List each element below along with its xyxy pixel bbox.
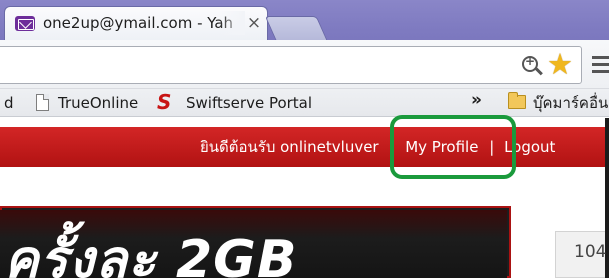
mail-icon xyxy=(15,16,35,31)
bookmark-item[interactable]: d xyxy=(4,93,14,113)
address-bar[interactable] xyxy=(0,46,582,84)
user-nav-bar: ยินดีต้อนรับ onlinetvluver | My Profile … xyxy=(0,115,605,179)
browser-tab[interactable]: one2up@ymail.com - Yah × xyxy=(4,6,268,40)
banner-text: ครั้งละ 2GB xyxy=(4,230,298,278)
bookmark-swiftserve[interactable]: Swiftserve Portal xyxy=(186,93,312,113)
banner-background: ครั้งละ 2GB xyxy=(0,210,507,278)
page-icon xyxy=(36,94,49,111)
folder-icon xyxy=(508,92,526,109)
close-tab-icon[interactable]: × xyxy=(245,13,263,33)
side-box: 104 xyxy=(555,231,607,278)
tab-title: one2up@ymail.com - Yah xyxy=(43,14,234,32)
side-value: 104 xyxy=(574,242,607,262)
page-content: ยินดีต้อนรับ onlinetvluver | My Profile … xyxy=(0,115,609,278)
bookmark-trueonline[interactable]: TrueOnline xyxy=(58,93,138,113)
tab-fade xyxy=(219,11,245,35)
zoom-icon[interactable]: + xyxy=(522,54,538,72)
browser-window: one2up@ymail.com - Yah × + ★ d TrueOnlin… xyxy=(0,0,609,278)
bookmarks-overflow-icon[interactable]: » xyxy=(471,90,482,110)
promo-banner[interactable]: ครั้งละ 2GB xyxy=(0,206,511,278)
swiftserve-icon: S xyxy=(157,90,172,114)
toolbar: + ★ xyxy=(0,40,609,89)
menu-icon[interactable] xyxy=(592,56,609,74)
bookmarks-bar: d TrueOnline S Swiftserve Portal » บุ๊คม… xyxy=(0,89,609,117)
bookmark-star-icon[interactable]: ★ xyxy=(545,49,575,79)
highlight-annotation xyxy=(390,115,516,179)
new-tab-button[interactable] xyxy=(264,16,328,40)
other-bookmarks-folder[interactable]: บุ๊คมาร์คอื่น xyxy=(533,93,608,113)
welcome-text: ยินดีต้อนรับ onlinetvluver xyxy=(200,138,379,156)
